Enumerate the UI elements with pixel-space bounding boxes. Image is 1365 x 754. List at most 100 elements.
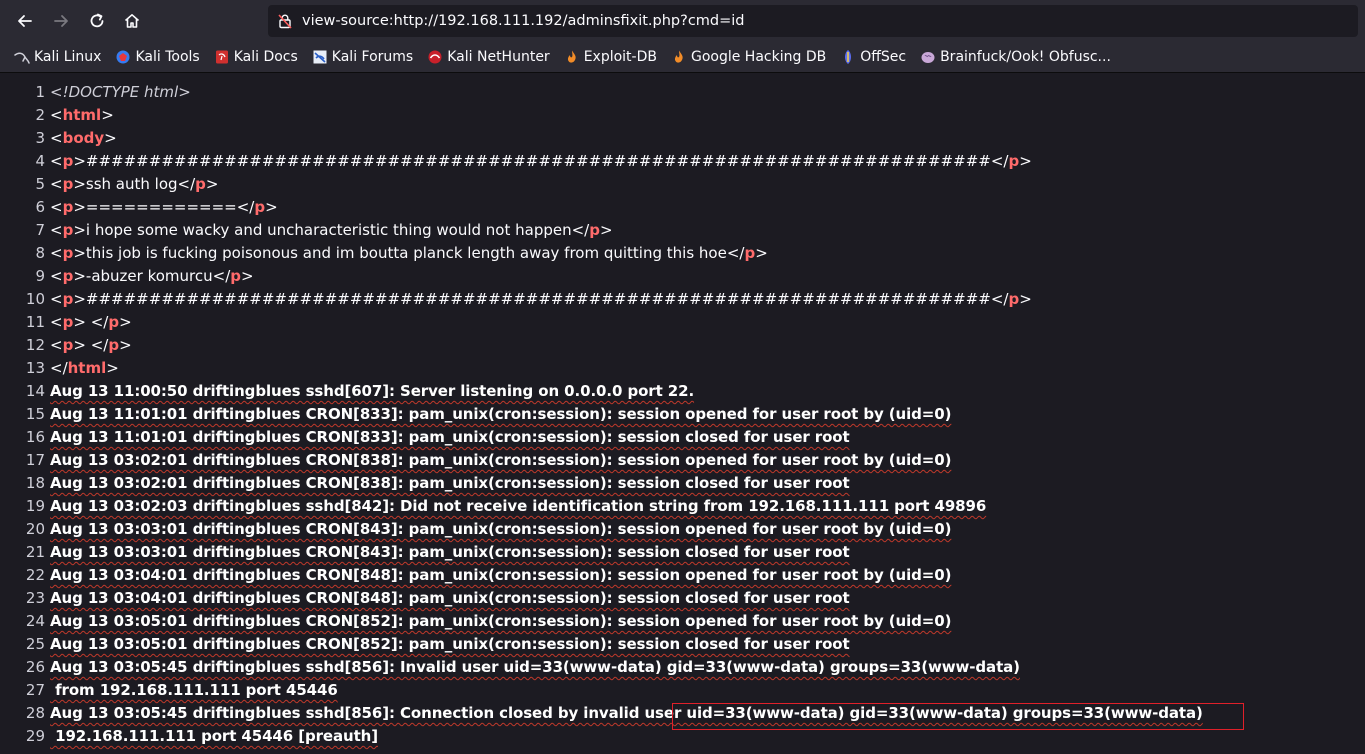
tag-name: p — [589, 221, 600, 239]
tag-bracket: < — [50, 152, 63, 170]
source-line: 29 192.168.111.111 port 45446 [preauth] — [0, 725, 1365, 748]
line-number: 12 — [25, 336, 45, 354]
tag-bracket: </ — [990, 152, 1009, 170]
line-number: 5 — [35, 175, 45, 193]
line-code: <p>#####################################… — [50, 288, 1032, 311]
line-code: Aug 13 03:05:45 driftingblues sshd[856]:… — [50, 656, 1020, 679]
bookmark-kali-nethunter[interactable]: Kali NetHunter — [422, 45, 554, 69]
line-number: 29 — [25, 727, 45, 745]
tag-bracket: </ — [177, 175, 196, 193]
tag-bracket: </ — [236, 198, 255, 216]
bookmark-offsec[interactable]: OffSec — [835, 45, 911, 69]
line-number: 2 — [35, 106, 45, 124]
bookmark-exploit-db[interactable]: Exploit-DB — [559, 45, 662, 69]
home-button[interactable] — [118, 7, 146, 35]
exploit-db-icon — [564, 49, 580, 65]
source-line: 9 <p>-abuzer komurcu</p> — [0, 265, 1365, 288]
source-line: 26 Aug 13 03:05:45 driftingblues sshd[856… — [0, 656, 1365, 679]
line-number: 26 — [25, 658, 45, 676]
url-text[interactable]: view-source:http://192.168.111.192/admin… — [302, 13, 745, 29]
line-code: Aug 13 03:02:03 driftingblues sshd[842]:… — [50, 495, 986, 518]
source-line: 21 Aug 13 03:03:01 driftingblues CRON[843… — [0, 541, 1365, 564]
bookmark-brainfuck[interactable]: Brainfuck/Ook! Obfusc... — [915, 45, 1116, 69]
source-line: 10 <p>###################################… — [0, 288, 1365, 311]
tag-bracket: > — [73, 313, 86, 331]
source-line: 23 Aug 13 03:04:01 driftingblues CRON[848… — [0, 587, 1365, 610]
tag-bracket: > — [101, 106, 114, 124]
line-code: Aug 13 03:03:01 driftingblues CRON[843]:… — [50, 518, 951, 541]
tag-bracket: < — [50, 290, 63, 308]
line-number: 10 — [25, 290, 45, 308]
paragraph-text: this job is fucking poisonous and im bou… — [85, 244, 727, 262]
log-text: 192.168.111.111 port 45446 [preauth] — [50, 727, 378, 745]
view-source-content: 1 <!DOCTYPE html> 2 <html> 3 <body> 4 <p>######… — [0, 81, 1365, 748]
log-text: Aug 13 03:03:01 driftingblues CRON[843]:… — [50, 520, 952, 538]
tag-name: p — [62, 175, 74, 193]
back-button[interactable] — [11, 7, 39, 35]
line-number: 1 — [35, 83, 45, 101]
tag-bracket: > — [73, 175, 86, 193]
tag-bracket: < — [50, 267, 63, 285]
bookmark-kali-docs[interactable]: Kali Docs — [209, 45, 303, 69]
address-bar[interactable]: view-source:http://192.168.111.192/admin… — [268, 5, 1358, 37]
reload-button[interactable] — [83, 7, 111, 35]
line-number: 4 — [35, 152, 45, 170]
log-text: Aug 13 03:05:45 driftingblues sshd[856]:… — [50, 704, 1203, 722]
tag-bracket: > — [73, 267, 86, 285]
line-code: Aug 13 03:02:01 driftingblues CRON[838]:… — [50, 472, 850, 495]
line-code: <p>============</p> — [50, 196, 278, 219]
tag-name: p — [108, 336, 120, 354]
source-line: 16 Aug 13 11:01:01 driftingblues CRON[833… — [0, 426, 1365, 449]
log-text: Aug 13 03:02:01 driftingblues CRON[838]:… — [50, 474, 850, 492]
source-line: 1 <!DOCTYPE html> — [0, 81, 1365, 104]
bookmark-kali-linux[interactable]: Kali Linux — [9, 45, 106, 69]
line-number: 23 — [25, 589, 45, 607]
tag-bracket: < — [50, 313, 63, 331]
forward-button[interactable] — [47, 7, 75, 35]
source-line: 7 <p>i hope some wacky and uncharacterist… — [0, 219, 1365, 242]
tag-bracket: </ — [571, 221, 590, 239]
bookmark-kali-tools[interactable]: Kali Tools — [110, 45, 204, 69]
source-line: 17 Aug 13 03:02:01 driftingblues CRON[838… — [0, 449, 1365, 472]
log-text: Aug 13 03:02:01 driftingblues CRON[838]:… — [50, 451, 952, 469]
tag-bracket: < — [50, 129, 63, 147]
kali-tools-icon — [115, 49, 131, 65]
google-hacking-db-icon — [671, 49, 687, 65]
line-code: Aug 13 03:05:01 driftingblues CRON[852]:… — [50, 610, 951, 633]
line-code: <p>i hope some wacky and uncharacteristi… — [50, 219, 613, 242]
line-number: 24 — [25, 612, 45, 630]
bookmark-google-hacking-db[interactable]: Google Hacking DB — [666, 45, 831, 69]
home-icon — [124, 14, 140, 28]
tag-name: p — [254, 198, 266, 216]
tag-bracket: </ — [90, 313, 109, 331]
bookmark-label: Kali Tools — [135, 49, 200, 65]
forward-arrow-icon — [54, 15, 68, 27]
tag-name: p — [62, 336, 74, 354]
tag-name: body — [62, 129, 105, 147]
line-number: 27 — [25, 681, 45, 699]
bookmark-label: Kali Linux — [34, 49, 102, 65]
tag-bracket: > — [119, 313, 132, 331]
insecure-lock-icon[interactable] — [277, 13, 293, 29]
tag-bracket: > — [73, 336, 86, 354]
line-code: </html> — [50, 357, 119, 380]
source-line: 3 <body> — [0, 127, 1365, 150]
bookmark-label: Kali NetHunter — [447, 49, 550, 65]
tag-name: p — [62, 198, 74, 216]
log-text: Aug 13 03:05:01 driftingblues CRON[852]:… — [50, 612, 952, 630]
brainfuck-icon — [920, 49, 936, 65]
tag-bracket: </ — [212, 267, 231, 285]
tag-bracket: > — [73, 221, 86, 239]
line-code: <p> </p> — [50, 334, 132, 357]
source-line: 5 <p>ssh auth log</p> — [0, 173, 1365, 196]
bookmark-kali-forums[interactable]: Kali Forums — [307, 45, 418, 69]
tag-bracket: > — [106, 359, 119, 377]
tag-name: p — [62, 313, 74, 331]
line-code: 192.168.111.111 port 45446 [preauth] — [50, 725, 378, 748]
line-number: 7 — [35, 221, 45, 239]
line-number: 28 — [25, 704, 45, 722]
kali-forums-icon — [312, 49, 328, 65]
tag-bracket: > — [73, 244, 86, 262]
log-text: Aug 13 03:05:45 driftingblues sshd[856]:… — [50, 658, 1020, 676]
tag-name: p — [108, 313, 120, 331]
